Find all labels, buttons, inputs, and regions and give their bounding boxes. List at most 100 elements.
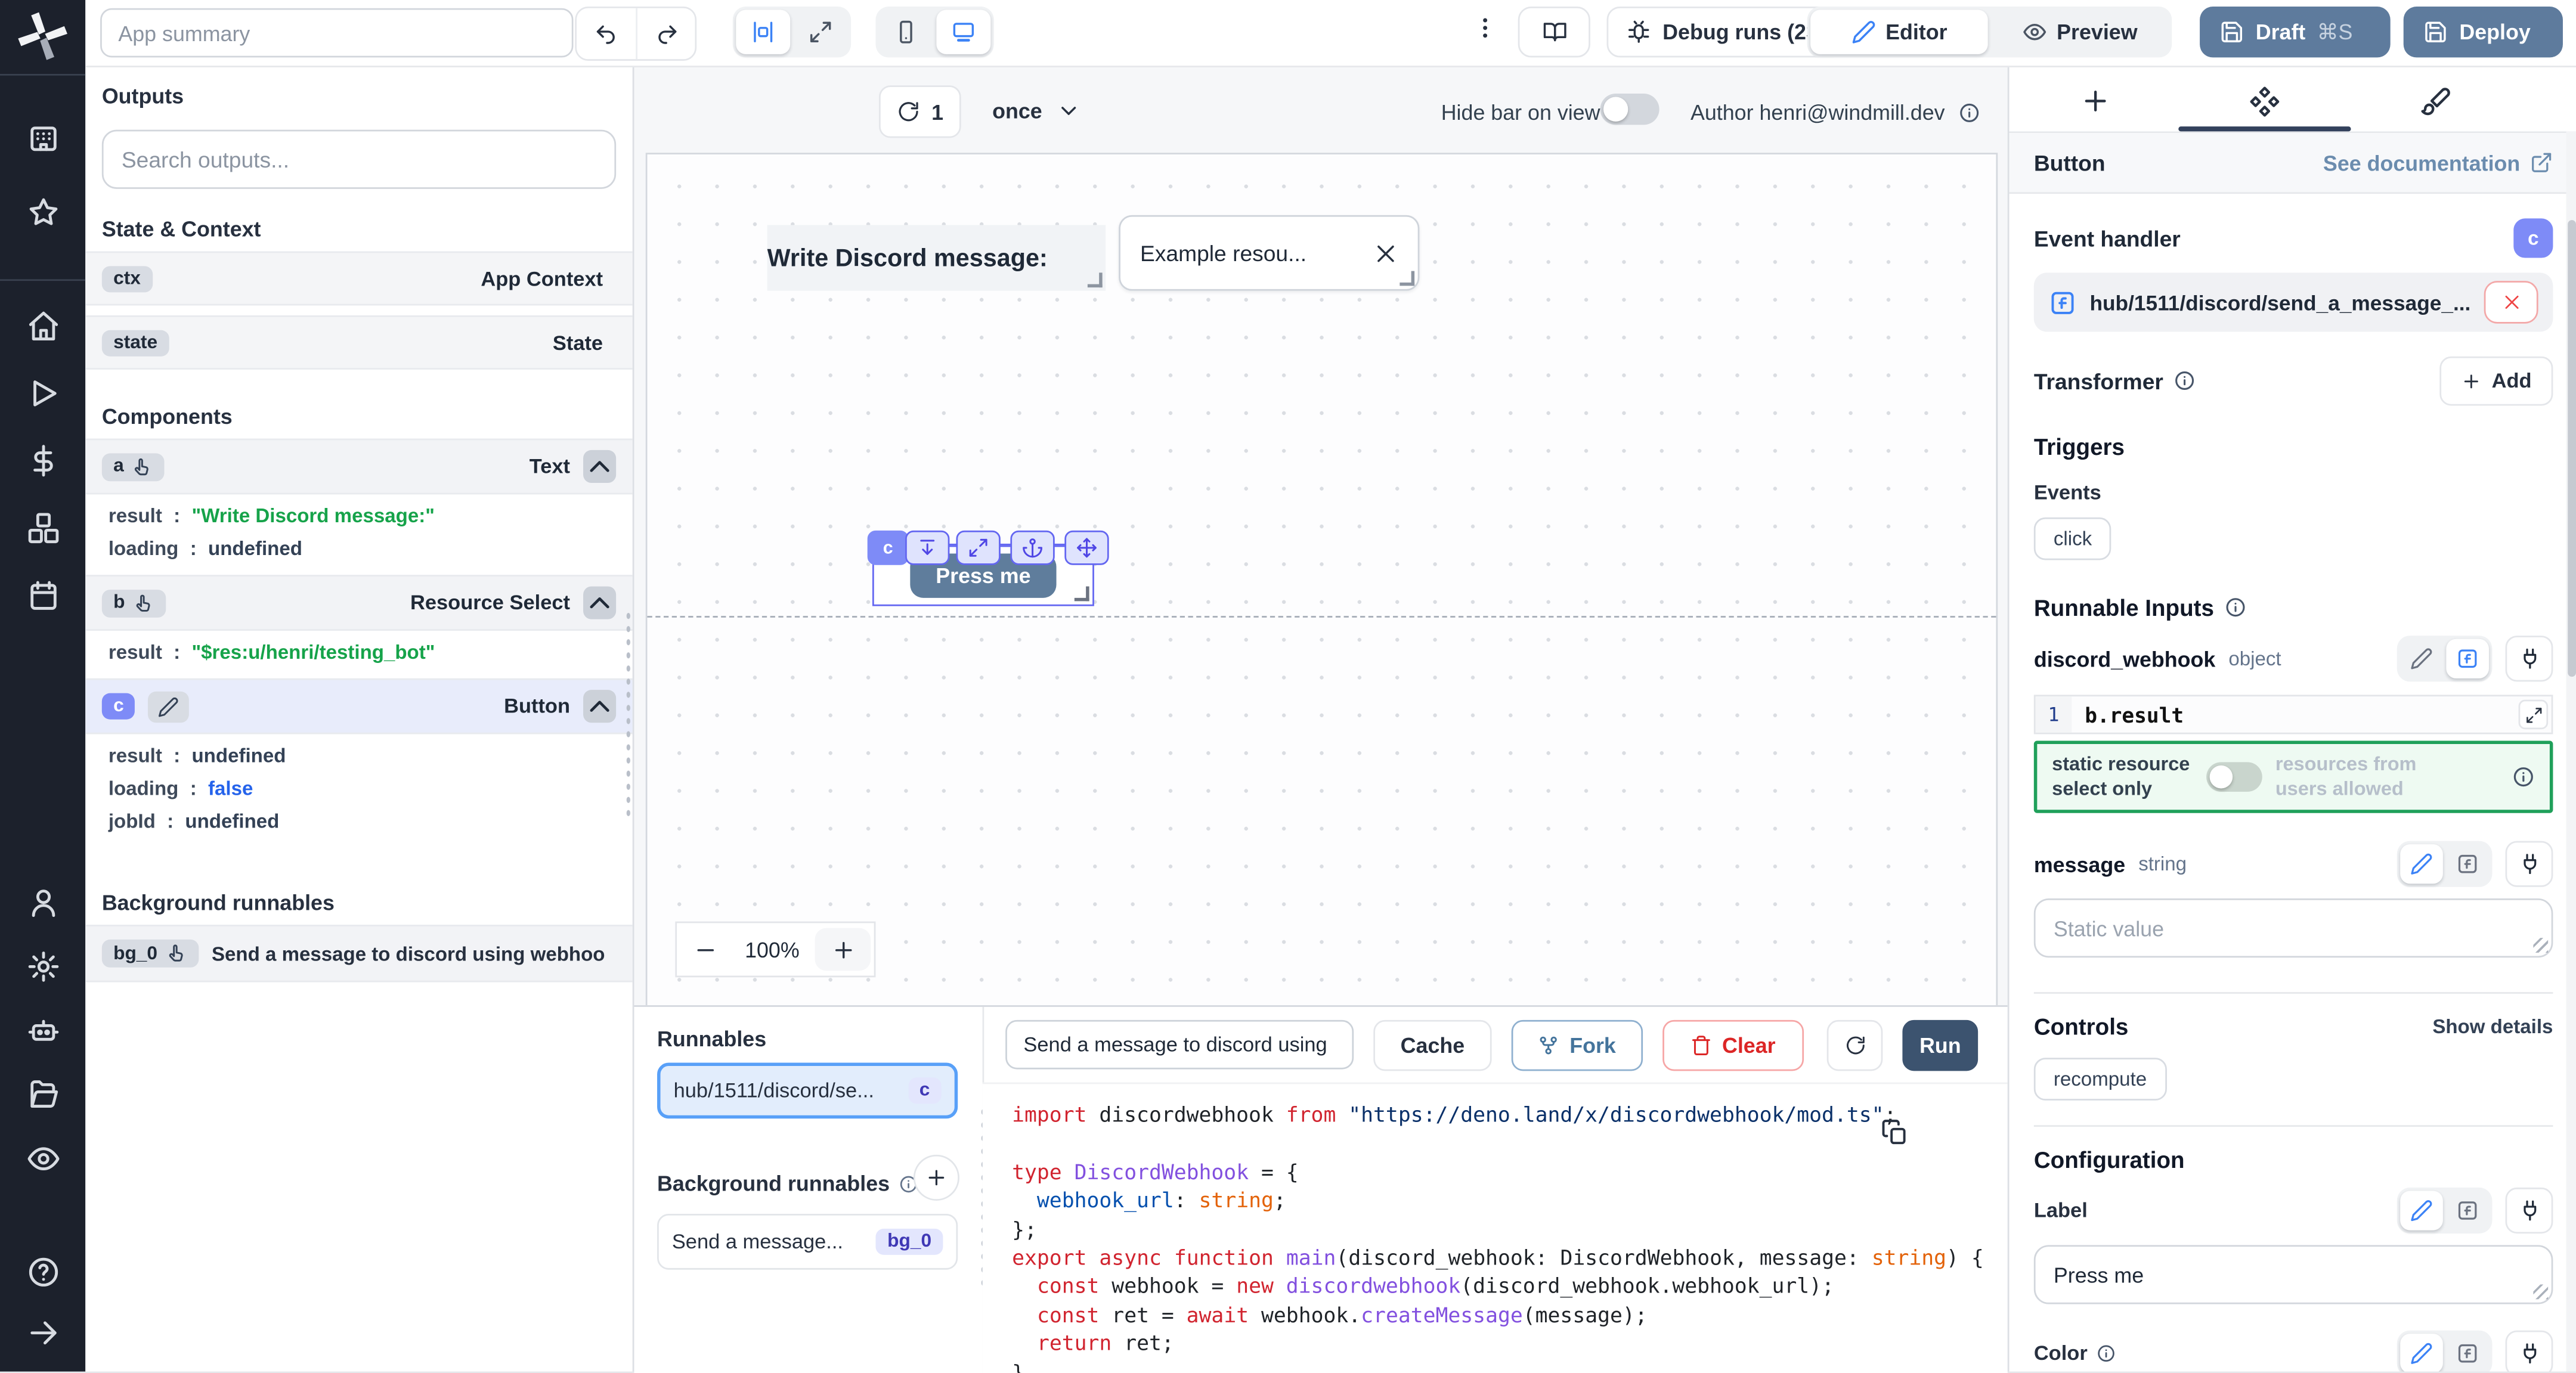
label-value-input[interactable] bbox=[2034, 1245, 2553, 1304]
background-runnable-item[interactable]: Send a message...bg_0 bbox=[657, 1214, 958, 1270]
full-width-layout-button[interactable] bbox=[794, 10, 848, 54]
sidebar-runs[interactable] bbox=[26, 376, 60, 416]
panel-resize-handle[interactable] bbox=[624, 609, 633, 823]
connect-input-button[interactable] bbox=[2506, 841, 2553, 887]
output-prop-row[interactable]: loading:false bbox=[85, 772, 632, 805]
copy-code-button[interactable] bbox=[1871, 1117, 1919, 1156]
refresh-count-button[interactable]: 1 bbox=[879, 85, 961, 138]
sidebar-settings[interactable] bbox=[26, 949, 60, 988]
message-value-input[interactable] bbox=[2034, 898, 2553, 957]
resize-grip[interactable] bbox=[2533, 938, 2548, 953]
app-summary-input[interactable] bbox=[100, 8, 573, 58]
collapse-chevron-button[interactable] bbox=[583, 450, 616, 483]
tab-editor[interactable]: Editor bbox=[1810, 10, 1988, 54]
static-input-button[interactable] bbox=[2400, 844, 2443, 884]
clear-selection-icon[interactable] bbox=[1373, 241, 1398, 265]
app-canvas[interactable]: Write Discord message: Example resou... … bbox=[646, 153, 1998, 1005]
clear-button[interactable]: Clear bbox=[1662, 1020, 1804, 1071]
info-icon[interactable] bbox=[2224, 597, 2246, 619]
component-row-header[interactable]: aText bbox=[85, 439, 632, 495]
static-input-button[interactable] bbox=[2400, 1191, 2443, 1230]
scrollbar-thumb[interactable] bbox=[2568, 220, 2576, 677]
run-button[interactable]: Run bbox=[1902, 1020, 1978, 1071]
script-name-input[interactable] bbox=[1005, 1020, 1354, 1070]
sidebar-workers[interactable] bbox=[26, 1014, 60, 1053]
eval-input-button[interactable] bbox=[2446, 844, 2489, 884]
component-row-header[interactable]: cButton bbox=[85, 678, 632, 734]
sidebar-home[interactable] bbox=[26, 309, 60, 348]
add-background-runnable-button[interactable] bbox=[914, 1155, 959, 1201]
undo-button[interactable] bbox=[577, 8, 636, 59]
centered-layout-button[interactable] bbox=[736, 10, 790, 54]
dock-component-button[interactable] bbox=[905, 531, 949, 565]
expand-component-button[interactable] bbox=[956, 531, 1000, 565]
tab-styling[interactable] bbox=[2405, 79, 2464, 122]
eval-input-button[interactable] bbox=[2446, 1191, 2489, 1230]
resize-handle[interactable] bbox=[1088, 272, 1103, 287]
collapse-chevron-button[interactable] bbox=[583, 587, 616, 619]
windmill-logo[interactable] bbox=[18, 11, 67, 61]
resize-grip[interactable] bbox=[2533, 1284, 2548, 1299]
event-chip[interactable]: click bbox=[2034, 517, 2111, 560]
show-details-link[interactable]: Show details bbox=[2432, 1015, 2553, 1039]
mobile-view-button[interactable] bbox=[879, 10, 933, 54]
connect-input-button[interactable] bbox=[2506, 1188, 2553, 1233]
see-documentation-link[interactable]: See documentation bbox=[2323, 150, 2553, 175]
sidebar-favorites[interactable] bbox=[26, 196, 60, 235]
tab-insert-component[interactable] bbox=[2065, 79, 2124, 122]
output-prop-row[interactable]: loading:undefined bbox=[85, 532, 632, 565]
output-row[interactable]: stateState bbox=[85, 315, 632, 370]
cache-button[interactable]: Cache bbox=[1373, 1020, 1491, 1071]
documentation-button[interactable] bbox=[1518, 7, 1590, 57]
resize-handle[interactable] bbox=[1075, 587, 1089, 602]
info-icon[interactable] bbox=[2096, 1344, 2116, 1363]
resource-mode-toggle[interactable] bbox=[2206, 762, 2262, 792]
info-icon[interactable] bbox=[1958, 101, 1980, 123]
edit-component-button[interactable] bbox=[148, 691, 190, 722]
sidebar-audit-logs[interactable] bbox=[26, 1142, 60, 1181]
draft-button[interactable]: Draft ⌘S bbox=[2200, 7, 2391, 57]
output-row[interactable]: ctxApp Context bbox=[85, 252, 632, 306]
control-chip[interactable]: recompute bbox=[2034, 1058, 2166, 1101]
static-input-button[interactable] bbox=[2400, 639, 2443, 678]
info-icon[interactable] bbox=[2173, 370, 2195, 392]
add-transformer-button[interactable]: Add bbox=[2440, 357, 2553, 406]
resize-handle[interactable] bbox=[1400, 271, 1414, 286]
zoom-in-button[interactable] bbox=[815, 928, 871, 971]
collapse-chevron-button[interactable] bbox=[583, 690, 616, 723]
sidebar-variables[interactable] bbox=[26, 444, 60, 483]
fork-button[interactable]: Fork bbox=[1512, 1020, 1643, 1071]
anchor-component-button[interactable] bbox=[1010, 531, 1054, 565]
eval-input-button[interactable] bbox=[2446, 639, 2489, 678]
text-component[interactable]: Write Discord message: bbox=[767, 225, 1106, 290]
component-row-header[interactable]: bResource Select bbox=[85, 575, 632, 631]
connect-input-button[interactable] bbox=[2506, 636, 2553, 681]
deploy-button[interactable]: Deploy bbox=[2404, 7, 2563, 57]
sidebar-resources[interactable] bbox=[26, 511, 60, 550]
output-prop-row[interactable]: jobId:undefined bbox=[85, 805, 632, 838]
refresh-script-button[interactable] bbox=[1827, 1020, 1883, 1071]
tab-preview[interactable]: Preview bbox=[1991, 10, 2169, 54]
eval-input-button[interactable] bbox=[2446, 1334, 2489, 1371]
static-input-button[interactable] bbox=[2400, 1334, 2443, 1371]
event-handler-item[interactable]: hub/1511/discord/send_a_message_... bbox=[2034, 272, 2553, 331]
sidebar-expand[interactable] bbox=[26, 1316, 60, 1355]
search-outputs-input[interactable] bbox=[102, 130, 616, 189]
run-mode-select[interactable]: once bbox=[992, 85, 1082, 135]
desktop-view-button[interactable] bbox=[936, 10, 990, 54]
scrollbar[interactable] bbox=[2566, 131, 2576, 1371]
output-prop-row[interactable]: result:"Write Discord message:" bbox=[85, 500, 632, 532]
resource-select-component[interactable]: Example resou... bbox=[1119, 215, 1419, 291]
runnable-item[interactable]: hub/1511/discord/se...c bbox=[657, 1063, 958, 1119]
expression-editor[interactable]: 1 b.result bbox=[2034, 695, 2553, 734]
move-component-button[interactable] bbox=[1064, 531, 1109, 565]
sidebar-folders[interactable] bbox=[26, 1077, 60, 1117]
remove-handler-button[interactable] bbox=[2484, 281, 2538, 324]
zoom-out-button[interactable] bbox=[677, 923, 733, 975]
hide-bar-toggle[interactable] bbox=[1600, 94, 1659, 125]
redo-button[interactable] bbox=[636, 8, 695, 59]
background-runnable-row[interactable]: bg_0Send a message to discord using webh… bbox=[85, 925, 632, 982]
sidebar-workspace[interactable] bbox=[26, 122, 60, 161]
tab-component-settings[interactable] bbox=[2234, 79, 2293, 122]
more-menu-button[interactable] bbox=[1462, 13, 1508, 51]
